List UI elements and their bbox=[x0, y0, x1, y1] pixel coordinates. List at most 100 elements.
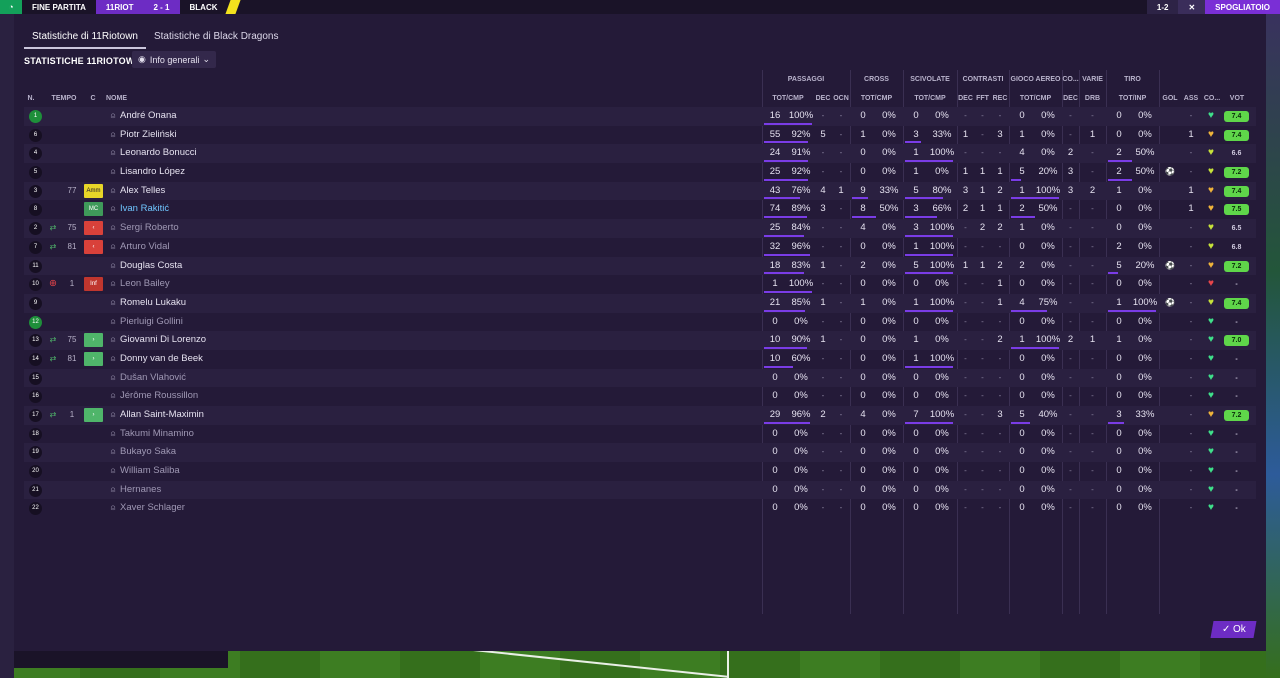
column-header-pass_tot[interactable]: TOT/CMP bbox=[762, 95, 814, 102]
shirt-number: 12 bbox=[29, 315, 42, 329]
goal-icon bbox=[1162, 406, 1178, 425]
column-header-pass_ocn[interactable]: OCN bbox=[832, 95, 850, 102]
table-row[interactable]: 7 ⇄ 81 ‹ ⍝ Arturo Vidal 32 96% - -0 0% 1 100% - - -0 0% -… bbox=[24, 238, 1256, 257]
position-badge: ‹ bbox=[84, 221, 103, 236]
goal-icon bbox=[1162, 425, 1178, 444]
column-header-tempo[interactable]: TEMPO bbox=[48, 95, 80, 102]
column-header-var_drb[interactable]: DRB bbox=[1079, 95, 1106, 102]
column-header-con_dec[interactable]: DEC bbox=[957, 95, 974, 102]
table-row[interactable]: 15 ⍝ Dušan Vlahović 0 0% - - 0 0% 0 0% - - - 0 0% - - 0 0% -… bbox=[24, 368, 1256, 388]
contest-rec: 3 bbox=[997, 409, 1003, 420]
column-header-nome[interactable]: NOME bbox=[106, 95, 146, 102]
table-row[interactable]: 9 ⍝ Romelu Lukaku 21 85% 1-1 0% 1 100% - -1 4 75% - -1… bbox=[24, 293, 1256, 313]
tackle-total: 0 bbox=[913, 465, 919, 477]
column-header-ass[interactable]: ASS bbox=[1181, 95, 1201, 102]
person-icon: ⍝ bbox=[110, 503, 116, 513]
table-row[interactable]: 19 ⍝ Bukayo Saka 0 0% - - 0 0% 0 0% - - - 0 0% - - 0 0% - ♥ - bbox=[24, 443, 1256, 463]
contest-fft: - bbox=[981, 503, 984, 513]
table-row[interactable]: 22 ⍝ Xaver Schlager 0 0% - - 0 0% 0 0% - - - 0 0% - - 0 0% -… bbox=[24, 499, 1256, 518]
close-icon[interactable]: ✕ bbox=[1178, 0, 1206, 14]
column-header-pass_dec[interactable]: DEC bbox=[814, 95, 832, 102]
column-header-co[interactable]: CO... bbox=[1201, 95, 1223, 102]
tackle-pct: 0% bbox=[935, 390, 949, 402]
cross-bar bbox=[852, 216, 876, 219]
player-name[interactable]: Sergi Roberto bbox=[120, 219, 420, 238]
player-name[interactable]: Lisandro López bbox=[120, 163, 420, 182]
table-row[interactable]: 6 ⍝ Piotr Zieliński 55 92% 5-1 0% 3 33% 1-3 1 0% -1 0… bbox=[24, 126, 1256, 145]
player-name[interactable]: Giovanni Di Lorenzo bbox=[120, 331, 420, 350]
table-row[interactable]: 13 ⇄ 75 › ⍝ Giovanni Di Lorenzo 10 90% 1-0 0% 1 0% -… bbox=[24, 331, 1256, 350]
column-header-tiro_tot[interactable]: TOT/INP bbox=[1106, 95, 1159, 102]
player-name[interactable]: Douglas Costa bbox=[120, 257, 420, 276]
player-name[interactable]: William Saliba bbox=[120, 462, 420, 481]
column-header-n[interactable]: N. bbox=[24, 95, 38, 102]
table-row[interactable]: 12 ⍝ Pierluigi Gollini 0 0% - - 0 0% 0 0% - - - 0 0% - - 0… bbox=[24, 313, 1256, 332]
player-name[interactable]: Allan Saint-Maximin bbox=[120, 406, 420, 425]
pass-total: 0 bbox=[772, 483, 778, 495]
table-row[interactable]: 2 ⇄ 75 ‹ ⍝ Sergi Roberto 25 84% - -4 0% 3 100% -2 2 1 0%… bbox=[24, 219, 1256, 238]
player-name[interactable]: Alex Telles bbox=[120, 182, 420, 201]
table-row[interactable]: 8 MC ⍝ Ivan Rakitić 74 89% 3-8 50% 3 66% 2 1 1 2 50% - -… bbox=[24, 200, 1256, 219]
player-name[interactable]: Jérôme Roussillon bbox=[120, 387, 420, 406]
player-name[interactable]: Leonardo Bonucci bbox=[120, 144, 420, 163]
aerial-total: 0 bbox=[1019, 502, 1025, 514]
table-row[interactable]: 17 ⇄ 1 › ⍝ Allan Saint-Maximin 29 96% 2-4 0% 7 100%… bbox=[24, 406, 1256, 425]
column-header-co_dec[interactable]: DEC bbox=[1062, 95, 1079, 102]
tab-home-stats[interactable]: Statistiche di 11Riotown bbox=[24, 27, 146, 49]
table-row[interactable]: 14 ⇄ 81 › ⍝ Donny van de Beek 10 60% - -0 0% 1 100% -… bbox=[24, 350, 1256, 369]
player-name[interactable]: Piotr Zieliński bbox=[120, 126, 420, 145]
table-row[interactable]: 3 77 Amm ⍝ Alex Telles 43 76% 4 1 9 33% 5 80% 3 1 2 1 100… bbox=[24, 181, 1256, 201]
cross-total: 0 bbox=[860, 483, 866, 495]
contest-dec: - bbox=[964, 353, 967, 363]
ok-button[interactable]: ✓ Ok bbox=[1210, 621, 1257, 638]
player-name[interactable]: Romelu Lukaku bbox=[120, 294, 420, 313]
player-name[interactable]: Bukayo Saka bbox=[120, 443, 420, 462]
substitution-icon: ⇄ bbox=[49, 223, 57, 233]
player-name[interactable]: Leon Bailey bbox=[120, 275, 420, 294]
column-header-con_rec[interactable]: REC bbox=[991, 95, 1009, 102]
table-row[interactable]: 18 ⍝ Takumi Minamino 0 0% - - 0 0% 0 0% - - - 0 0% - - 0 0%… bbox=[24, 425, 1256, 444]
column-header-sciv_tot[interactable]: TOT/CMP bbox=[903, 95, 957, 102]
aerial-total: 0 bbox=[1019, 352, 1025, 364]
player-name[interactable]: Xaver Schlager bbox=[120, 499, 420, 518]
tab-away-stats[interactable]: Statistiche di Black Dragons bbox=[146, 27, 287, 49]
table-row[interactable]: 16 ⍝ Jérôme Roussillon 0 0% - - 0 0% 0 0% - - - 0 0% - - 0… bbox=[24, 387, 1256, 406]
rating-badge: 7.4 bbox=[1224, 297, 1249, 309]
column-header-aereo_tot[interactable]: TOT/CMP bbox=[1009, 95, 1062, 102]
topbar-item-status[interactable]: FINE PARTITA bbox=[22, 0, 96, 14]
table-row[interactable]: 5 ⍝ Lisandro López 25 92% - -0 0% 1 0% 1 1 1 5 20% 3-2 5… bbox=[24, 163, 1256, 182]
column-header-gol[interactable]: GOL bbox=[1159, 95, 1181, 102]
stadium-left bbox=[0, 0, 14, 678]
player-name[interactable]: Donny van de Beek bbox=[120, 350, 420, 369]
player-name[interactable]: Ivan Rakitić bbox=[120, 200, 420, 219]
table-row[interactable]: 21 ⍝ Hernanes 0 0% - - 0 0% 0 0% - - - 0 0% - - 0 0% - ♥ - bbox=[24, 480, 1256, 500]
substitution-icon: ⇄ bbox=[49, 353, 57, 363]
shot-pct: 0% bbox=[1138, 352, 1152, 364]
player-name[interactable]: Takumi Minamino bbox=[120, 425, 420, 444]
player-name[interactable]: Arturo Vidal bbox=[120, 238, 420, 257]
pass-dec: 3 bbox=[820, 203, 826, 215]
column-header-cross_tot[interactable]: TOT/CMP bbox=[850, 95, 903, 102]
dressing-room-button[interactable]: SPOGLIATOIO bbox=[1205, 0, 1280, 14]
table-row[interactable]: 11 ⍝ Douglas Costa 18 83% 1-2 0% 5 100% 1 1 2 2 0% - -5… bbox=[24, 256, 1256, 276]
minute: 1 bbox=[69, 410, 75, 419]
contest-fft: - bbox=[981, 428, 984, 438]
table-row[interactable]: 4 ⍝ Leonardo Bonucci 24 91% - -0 0% 1 100% - - -4 0% 2… bbox=[24, 144, 1256, 164]
shot-total: 0 bbox=[1116, 446, 1122, 458]
table-row[interactable]: 1 ⍝ André Onana 16 100% - -0 0% 0 0% - - -0 0% - -0 0% - ♥… bbox=[24, 107, 1256, 126]
player-name[interactable]: Hernanes bbox=[120, 481, 420, 500]
person-icon: ⍝ bbox=[110, 129, 116, 139]
column-header-vot[interactable]: VOT bbox=[1223, 95, 1251, 102]
player-name[interactable]: Pierluigi Gollini bbox=[120, 313, 420, 332]
column-header-c[interactable]: C bbox=[86, 95, 100, 102]
view-dropdown[interactable]: ◉ Info generali ⌄ bbox=[132, 51, 216, 68]
column-header-con_fft[interactable]: FFT bbox=[974, 95, 991, 102]
player-name[interactable]: Dušan Vlahović bbox=[120, 369, 420, 388]
topbar-right-item[interactable]: 1-2 bbox=[1146, 0, 1179, 14]
player-name[interactable]: André Onana bbox=[120, 107, 420, 126]
table-row[interactable]: 20 ⍝ William Saliba 0 0% - - 0 0% 0 0% - - - 0 0% - - 0 0% -… bbox=[24, 462, 1256, 481]
pass-ocn: - bbox=[839, 279, 843, 289]
cross-pct: 0% bbox=[882, 390, 896, 402]
minute bbox=[64, 126, 80, 145]
table-row[interactable]: 10 ⊕ 1 Inf ⍝ Leon Bailey 1 100% - -0 0% 0 0% - -1 0 0% - -… bbox=[24, 275, 1256, 294]
